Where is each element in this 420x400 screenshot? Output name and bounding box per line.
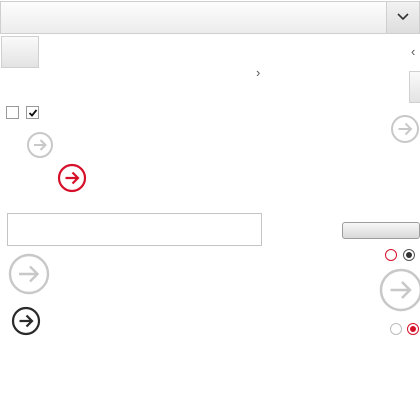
text-input-box[interactable] — [7, 213, 262, 246]
text-input[interactable] — [8, 214, 261, 245]
arrow-button-dark[interactable] — [11, 306, 41, 336]
arrow-right-circle-icon — [8, 253, 50, 295]
pill-button[interactable] — [342, 222, 420, 239]
tile-button[interactable] — [1, 36, 39, 68]
arrow-right-circle-icon — [27, 132, 53, 158]
chevron-left-icon[interactable]: ‹ — [411, 45, 415, 58]
chevron-down-icon — [397, 13, 409, 21]
arrow-right-circle-icon — [57, 163, 87, 193]
arrow-button-disabled-large[interactable] — [8, 253, 50, 295]
check-icon — [28, 109, 38, 117]
radio-selected-accent[interactable] — [407, 323, 419, 335]
radio-unselected[interactable] — [385, 249, 397, 261]
radio-unselected-light[interactable] — [390, 323, 402, 335]
tile-button-right[interactable] — [409, 71, 420, 103]
arrow-right-circle-icon — [11, 306, 41, 336]
checkbox-checked[interactable] — [26, 106, 39, 119]
checkbox-unchecked[interactable] — [6, 106, 19, 119]
arrow-button-disabled-small[interactable] — [26, 131, 54, 159]
arrow-right-circle-icon — [391, 115, 419, 143]
arrow-button-accent[interactable] — [57, 163, 87, 193]
dropdown-select[interactable] — [0, 1, 420, 34]
dropdown-toggle-button[interactable] — [386, 2, 419, 33]
arrow-button-disabled-large-right[interactable] — [379, 268, 420, 312]
arrow-button-disabled-right[interactable] — [390, 114, 420, 144]
arrow-right-circle-icon — [379, 268, 420, 312]
radio-selected-dark[interactable] — [403, 249, 415, 261]
chevron-right-icon[interactable]: › — [256, 66, 260, 79]
